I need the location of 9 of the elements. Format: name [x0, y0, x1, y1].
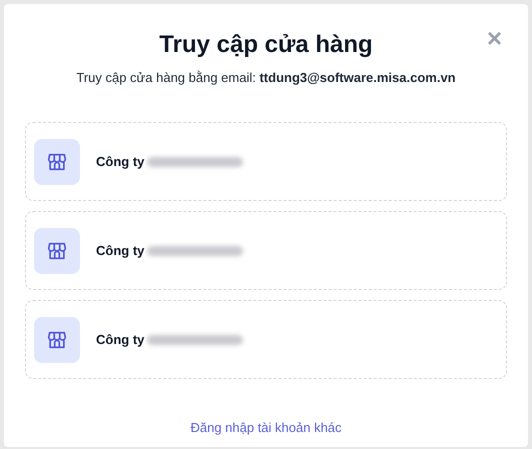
- dialog-subtitle: Truy cập cửa hàng bằng email: ttdung3@software.misa.com.vn: [76, 69, 456, 87]
- store-label: Công ty: [96, 152, 144, 171]
- other-account-link[interactable]: Đăng nhập tài khoản khác: [190, 418, 342, 437]
- store-card[interactable]: Công ty: [25, 300, 507, 379]
- store-card[interactable]: Công ty: [25, 211, 507, 290]
- store-card[interactable]: Công ty: [25, 122, 507, 201]
- dialog-title: Truy cập cửa hàng: [159, 30, 373, 60]
- store-label: Công ty: [96, 330, 144, 349]
- store-label: Công ty: [96, 242, 144, 260]
